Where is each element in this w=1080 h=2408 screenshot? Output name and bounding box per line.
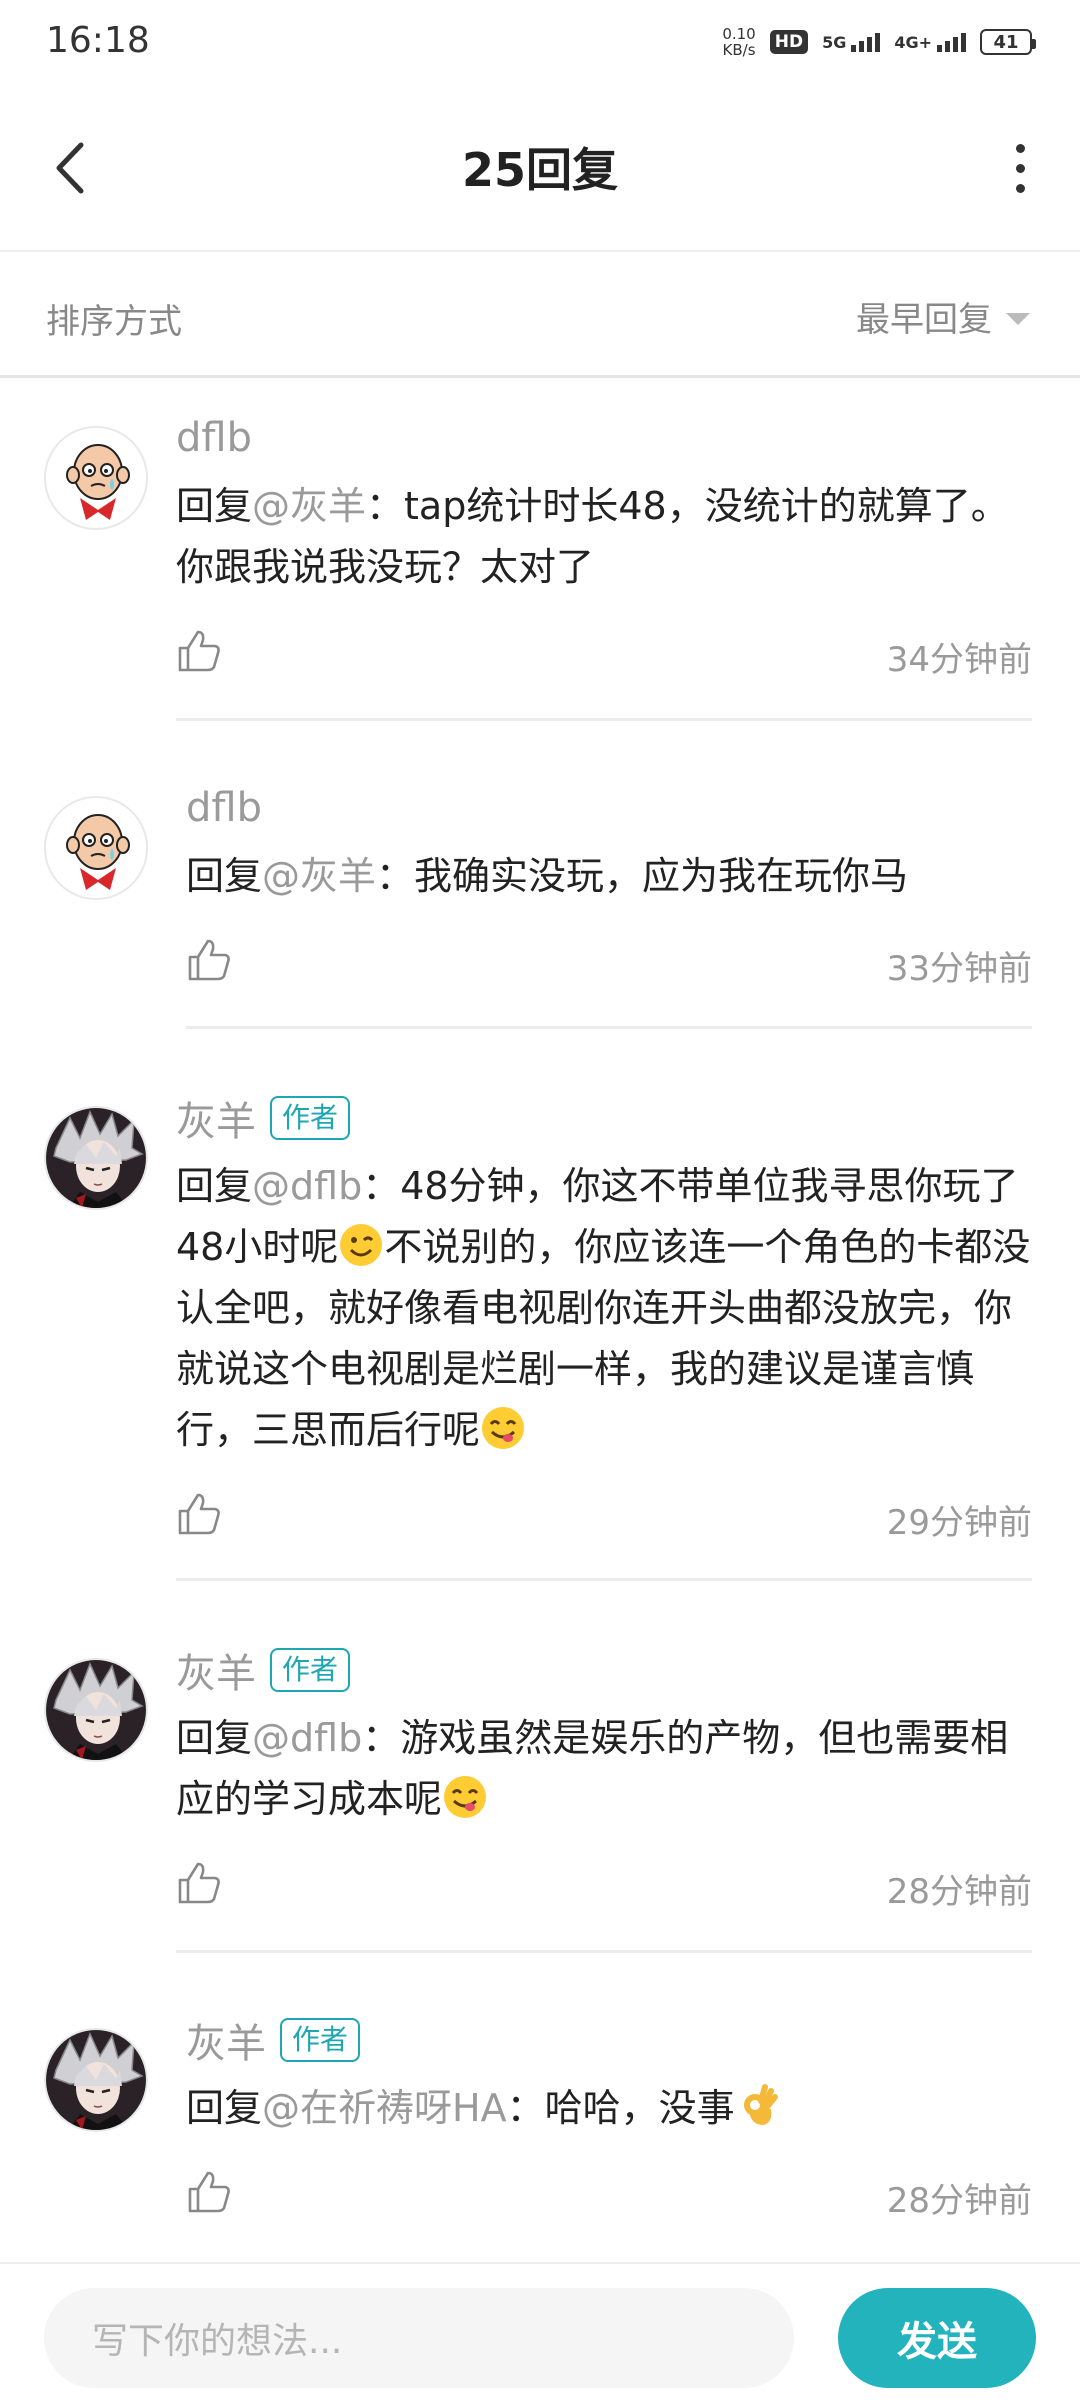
username[interactable]: 灰羊 (176, 1089, 256, 1147)
thumbs-up-icon[interactable] (176, 1860, 222, 1906)
comment-text: 回复@dflb：游戏虽然是娱乐的产物，但也需要相应的学习成本呢 (176, 1716, 1009, 1821)
mention-link[interactable]: @dflb (252, 1164, 362, 1208)
yum-emoji-icon (444, 1776, 487, 1818)
comment-input[interactable]: 写下你的想法... (44, 2288, 794, 2388)
username[interactable]: 灰羊 (176, 1641, 256, 1699)
sort-bar: 排序方式 最早回复 (0, 252, 1080, 378)
sort-selected-value: 最早回复 (856, 300, 992, 340)
status-time: 16:18 (46, 20, 150, 61)
hd-icon: HD (769, 30, 809, 54)
comment-text: 回复@灰羊：tap统计时长48，没统计的就算了。你跟我说我没玩？太对了 (176, 484, 1009, 589)
comment-time: 29分钟前 (886, 1503, 1032, 1543)
comment-time: 34分钟前 (886, 640, 1032, 680)
username[interactable]: 灰羊 (186, 2011, 266, 2069)
divider (186, 1026, 1032, 1029)
comment-body: dflb 回复@灰羊：我确实没玩，应为我在玩你马 33分钟前 (186, 780, 1032, 993)
username[interactable]: dflb (186, 785, 262, 831)
comment-time: 28分钟前 (886, 2181, 1032, 2221)
author-badge: 作者 (280, 2018, 361, 2062)
comment-text: 回复@灰羊：我确实没玩，应为我在玩你马 (186, 854, 909, 898)
comment-body: 灰羊 作者 回复@dflb：48分钟，你这不带单位我寻思你玩了48小时呢 不说别的… (176, 1090, 1032, 1547)
comment-input-bar: 写下你的想法... 发送 (0, 2262, 1080, 2408)
wink-emoji-icon (340, 1224, 383, 1266)
author-badge: 作者 (270, 1648, 351, 1692)
anime-character-avatar-icon (46, 2030, 146, 2130)
mention-link[interactable]: @灰羊 (252, 484, 366, 528)
status-bar: 16:18 0.10 KB/s HD 5G 4G+ 41 (0, 0, 1080, 84)
more-dot-icon (1015, 183, 1025, 193)
thumbs-up-icon[interactable] (176, 628, 222, 674)
more-dot-icon (1015, 143, 1025, 153)
thumbs-up-icon[interactable] (186, 2169, 232, 2215)
divider (176, 718, 1032, 721)
avatar[interactable] (44, 1658, 148, 1762)
page-title: 25回复 (461, 143, 618, 197)
comment-body: 灰羊 作者 回复@dflb：游戏虽然是娱乐的产物，但也需要相应的学习成本呢 28… (176, 1642, 1032, 1916)
more-options-button[interactable] (990, 134, 1050, 202)
yum-emoji-icon (482, 1407, 525, 1449)
avatar[interactable] (44, 796, 148, 900)
avatar[interactable] (44, 426, 148, 530)
avatar[interactable] (44, 2028, 148, 2132)
thumbs-up-icon[interactable] (186, 937, 232, 983)
avatar[interactable] (44, 1106, 148, 1210)
cartoon-face-avatar-icon (46, 798, 146, 898)
battery-icon: 41 (980, 29, 1036, 55)
comment-time: 28分钟前 (886, 1872, 1032, 1912)
mention-link[interactable]: @dflb (252, 1716, 362, 1760)
comment-text: 回复@dflb：48分钟，你这不带单位我寻思你玩了48小时呢 不说别的，你应该连一… (176, 1164, 1031, 1452)
sort-label: 排序方式 (46, 302, 182, 342)
signal-5g-icon: 5G (822, 32, 881, 52)
sort-dropdown[interactable]: 最早回复 (856, 292, 1030, 341)
divider (176, 1950, 1032, 1953)
anime-character-avatar-icon (46, 1660, 146, 1760)
comment-body: 灰羊 作者 回复@在祈祷呀HA：哈哈，没事 28分钟前 (186, 2012, 1032, 2225)
comment-time: 33分钟前 (886, 949, 1032, 989)
dropdown-triangle-icon (1006, 312, 1030, 325)
username[interactable]: dflb (176, 415, 252, 461)
status-icons: 0.10 KB/s HD 5G 4G+ 41 (722, 22, 1036, 62)
network-speed: 0.10 KB/s (722, 25, 756, 59)
comment-body: dflb 回复@灰羊：tap统计时长48，没统计的就算了。你跟我说我没玩？太对了… (176, 410, 1032, 684)
anime-character-avatar-icon (46, 1108, 146, 1208)
more-dot-icon (1015, 163, 1025, 173)
header: 25回复 (0, 84, 1080, 252)
thumbs-up-icon[interactable] (176, 1491, 222, 1537)
send-button[interactable]: 发送 (838, 2288, 1036, 2388)
ok-hand-emoji-icon (743, 2084, 778, 2125)
cartoon-face-avatar-icon (46, 428, 146, 528)
mention-link[interactable]: @在祈祷呀HA (262, 2086, 507, 2130)
divider (176, 1578, 1032, 1581)
signal-4g-icon: 4G+ (894, 32, 966, 52)
author-badge: 作者 (270, 1096, 351, 1140)
mention-link[interactable]: @灰羊 (262, 854, 376, 898)
comment-text: 回复@在祈祷呀HA：哈哈，没事 (186, 2078, 1032, 2139)
